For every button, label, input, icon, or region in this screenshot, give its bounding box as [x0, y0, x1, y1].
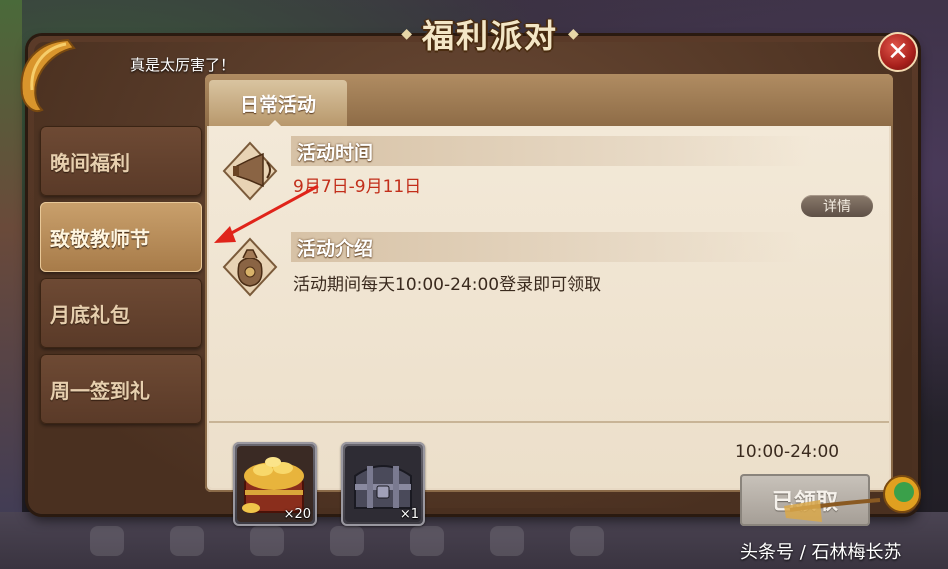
activity-date-range: 9月7日-9月11日: [293, 177, 422, 197]
close-icon: ✕: [887, 37, 909, 67]
diamond-left-icon: ◆: [401, 26, 412, 42]
details-button[interactable]: 详情: [801, 195, 873, 217]
details-button-label: 详情: [823, 199, 851, 215]
pouch-bag-icon: [222, 237, 278, 297]
section-title: 活动时间: [297, 141, 374, 164]
reward-slot-iron-chest[interactable]: ×1: [341, 442, 425, 526]
diamond-right-icon: ◆: [568, 26, 579, 42]
sidebar-item-label: 周一签到礼: [50, 378, 150, 403]
background-slot-icon: [250, 526, 284, 556]
gold-brush-ornament-icon: [784, 475, 921, 522]
background-slot-icon: [570, 526, 604, 556]
reward-slot-gold-chest[interactable]: ×20: [233, 442, 317, 526]
gold-horn-ornament-icon: [20, 38, 76, 112]
sidebar-item-label: 晚间福利: [50, 150, 130, 175]
activity-intro-header: 活动介绍: [291, 232, 801, 262]
activity-detail-panel: 日常活动 活动时间 9月7日-9月11日 详情 活动介绍 活动期间每天10:00…: [205, 74, 893, 526]
watermark-text: 头条号 / 石林梅长苏: [740, 542, 902, 563]
section-title: 活动介绍: [297, 237, 374, 260]
section-divider: [209, 421, 889, 423]
tab-label: 日常活动: [239, 93, 316, 116]
sidebar-item-label: 致敬教师节: [50, 226, 150, 251]
sidebar-item-teachers-day[interactable]: 致敬教师节: [40, 202, 202, 272]
chat-marquee-text: 真是太厉害了！: [130, 56, 236, 74]
background-slot-icon: [490, 526, 524, 556]
sidebar-item-label: 月底礼包: [50, 302, 130, 327]
background-slot-icon: [170, 526, 204, 556]
sidebar-item-monday-signin[interactable]: 周一签到礼: [40, 354, 202, 424]
window-title: 福利派对: [421, 17, 558, 55]
window-title-banner: ◆ 福利派对 ◆: [360, 12, 620, 56]
activity-time-header: 活动时间: [291, 136, 811, 166]
activity-description: 活动期间每天10:00-24:00登录即可领取: [293, 275, 602, 295]
background-slot-icon: [90, 526, 124, 556]
background-slot-icon: [410, 526, 444, 556]
panel-tab-bar: 日常活动: [205, 74, 893, 128]
sidebar-item-evening-welfare[interactable]: 晚间福利: [40, 126, 202, 196]
claim-time-range: 10:00-24:00: [735, 442, 840, 462]
horn-megaphone-icon: [222, 141, 278, 201]
panel-content: 活动时间 9月7日-9月11日 详情 活动介绍 活动期间每天10:00-24:0…: [209, 126, 889, 526]
sidebar-item-month-end-pack[interactable]: 月底礼包: [40, 278, 202, 348]
reward-count: ×1: [399, 507, 419, 522]
reward-count: ×20: [283, 507, 311, 522]
close-button[interactable]: ✕: [878, 32, 918, 72]
background-slot-icon: [330, 526, 364, 556]
